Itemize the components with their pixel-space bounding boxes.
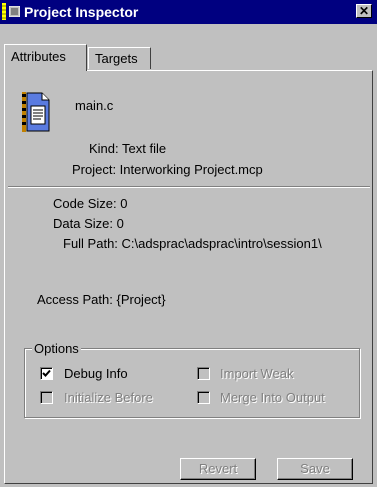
drag-stripe [2,3,6,20]
initialize-before-label[interactable]: Initialize Before [64,390,153,405]
import-weak-checkbox[interactable] [197,367,210,380]
full-path: Full Path: C:\adsprac\adsprac\intro\sess… [63,236,322,251]
separator [8,186,370,188]
merge-into-output-label[interactable]: Merge Into Output [220,390,325,405]
save-button[interactable]: Save [277,458,353,480]
tab-attributes[interactable]: Attributes [4,44,87,71]
initialize-before-checkbox[interactable] [40,391,53,404]
project-inspector-window: Project Inspector ✕ Attributes Targets m… [0,0,377,487]
data-size: Data Size: 0 [53,216,124,231]
file-kind: Kind: Text file [89,141,167,156]
text-file-icon [22,92,50,132]
window-title: Project Inspector [24,4,139,20]
access-path: Access Path: {Project} [37,292,166,307]
options-legend: Options [32,341,81,356]
debug-info-checkbox[interactable] [40,367,53,380]
tab-targets[interactable]: Targets [88,47,151,69]
revert-button[interactable]: Revert [180,458,256,480]
close-icon: ✕ [358,4,370,18]
import-weak-label[interactable]: Import Weak [220,366,293,381]
app-icon [9,6,20,17]
merge-into-output-checkbox[interactable] [197,391,210,404]
debug-info-label[interactable]: Debug Info [64,366,128,381]
close-button[interactable]: ✕ [356,4,372,18]
checkmark-icon [42,369,51,377]
file-project: Project: Interworking Project.mcp [72,162,263,177]
tab-panel [4,70,373,484]
code-size: Code Size: 0 [53,196,128,211]
title-bar[interactable]: Project Inspector ✕ [0,0,377,24]
file-name: main.c [75,98,114,113]
options-group [24,348,360,418]
